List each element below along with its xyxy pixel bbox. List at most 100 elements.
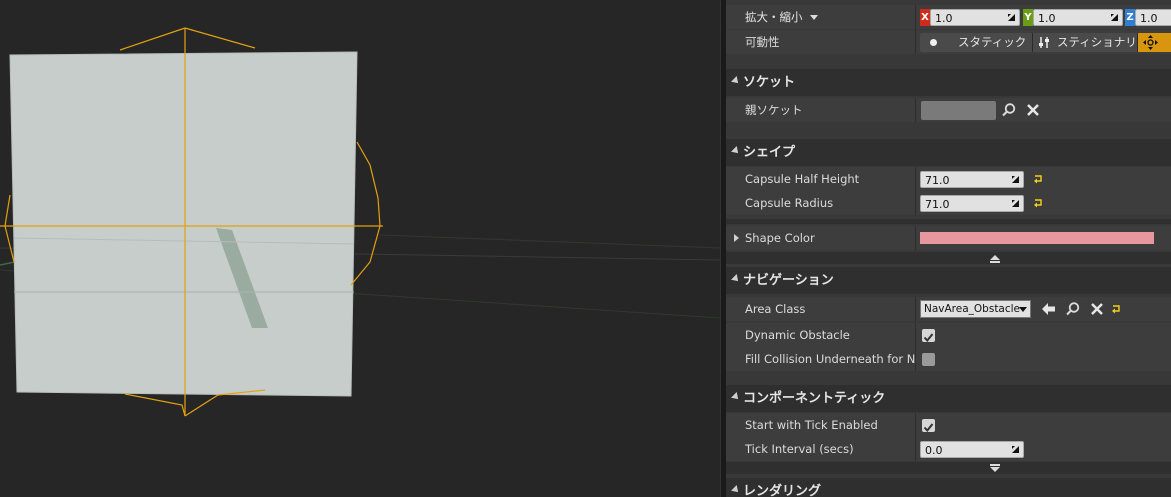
scale-z-value: 1.0 bbox=[1140, 12, 1158, 25]
scale-y-input[interactable]: 1.0 bbox=[1033, 9, 1123, 26]
radius-value: 71.0 bbox=[925, 198, 950, 211]
reset-arrow-icon[interactable] bbox=[1111, 304, 1121, 314]
collapse-arrow-icon bbox=[731, 274, 741, 284]
section-gap bbox=[726, 219, 1171, 224]
category-navigation[interactable]: ナビゲーション bbox=[726, 267, 1171, 294]
advanced-collapse-toggle[interactable] bbox=[726, 252, 1171, 264]
scale-label-text: 拡大・縮小 bbox=[745, 10, 803, 24]
viewport-scene bbox=[0, 27, 720, 417]
navigation-title: ナビゲーション bbox=[743, 273, 834, 288]
area-class-value: NavArea_Obstacle bbox=[924, 303, 1021, 315]
dynamic-obstacle-row: Dynamic Obstacle bbox=[726, 323, 1171, 347]
start-tick-checkbox[interactable] bbox=[922, 419, 935, 433]
arrow-left-icon[interactable] bbox=[1041, 301, 1057, 317]
mobility-movable-button[interactable] bbox=[1138, 33, 1171, 52]
stationary-sliders-icon bbox=[1039, 37, 1049, 48]
drag-handle-icon[interactable] bbox=[1011, 445, 1020, 454]
mobility-stationary-label: スティショナリー bbox=[1057, 35, 1137, 49]
column-divider bbox=[915, 191, 916, 215]
tick-interval-label: Tick Interval (secs) bbox=[745, 442, 854, 456]
half-height-input[interactable]: 71.0 bbox=[920, 171, 1024, 188]
reset-arrow-icon[interactable] bbox=[1033, 174, 1043, 184]
capsule-mesh bbox=[9, 51, 358, 397]
chevron-down-icon bbox=[1019, 307, 1027, 312]
collapse-arrow-icon bbox=[731, 146, 741, 156]
tick-interval-input[interactable]: 0.0 bbox=[920, 441, 1024, 458]
axis-z-label: Z bbox=[1125, 9, 1135, 26]
mobility-label: 可動性 bbox=[745, 35, 780, 49]
drag-handle-icon[interactable] bbox=[1007, 13, 1016, 22]
column-divider bbox=[915, 226, 916, 250]
half-height-row: Capsule Half Height 71.0 bbox=[726, 167, 1171, 191]
mobility-static-button[interactable]: スタティック bbox=[920, 33, 1032, 52]
overline-bar bbox=[990, 464, 1000, 466]
chevron-down-icon[interactable] bbox=[810, 15, 819, 20]
shape-color-label: Shape Color bbox=[745, 231, 815, 245]
chevron-down-icon bbox=[990, 467, 1000, 472]
parent-socket-field[interactable] bbox=[921, 101, 996, 120]
column-divider bbox=[915, 167, 916, 191]
mobility-toggle-group: スタティック スティショナリー bbox=[920, 33, 1171, 52]
axis-y-label: Y bbox=[1023, 9, 1033, 26]
category-component-tick[interactable]: コンポーネントティック bbox=[726, 385, 1171, 412]
scale-row: 拡大・縮小 X 1.0 Y 1.0 Z 1.0 bbox=[726, 5, 1171, 29]
column-divider bbox=[915, 413, 916, 437]
search-icon[interactable] bbox=[1065, 301, 1081, 317]
radius-input[interactable]: 71.0 bbox=[920, 195, 1024, 212]
check-icon bbox=[923, 333, 934, 343]
fill-collision-row: Fill Collision Underneath for Navm bbox=[726, 347, 1171, 371]
fill-collision-label: Fill Collision Underneath for Navm bbox=[745, 352, 915, 366]
expand-arrow-icon[interactable] bbox=[734, 234, 739, 242]
scale-x-input[interactable]: 1.0 bbox=[930, 9, 1020, 26]
reset-arrow-icon[interactable] bbox=[1033, 198, 1043, 208]
shape-color-swatch[interactable] bbox=[920, 232, 1154, 244]
close-icon[interactable] bbox=[1089, 301, 1105, 317]
drag-handle-icon[interactable] bbox=[1011, 199, 1020, 208]
axis-x-label: X bbox=[920, 9, 930, 26]
collapse-arrow-icon bbox=[731, 76, 741, 86]
start-tick-label: Start with Tick Enabled bbox=[745, 418, 878, 432]
area-class-dropdown[interactable]: NavArea_Obstacle bbox=[920, 300, 1031, 318]
column-divider bbox=[915, 5, 916, 29]
3d-viewport[interactable] bbox=[0, 0, 720, 497]
scale-y-value: 1.0 bbox=[1038, 12, 1056, 25]
drag-handle-icon[interactable] bbox=[1110, 13, 1119, 22]
component-tick-title: コンポーネントティック bbox=[743, 391, 886, 406]
column-divider bbox=[915, 323, 916, 347]
advanced-expand-toggle[interactable] bbox=[726, 462, 1171, 474]
fill-collision-checkbox[interactable] bbox=[922, 353, 935, 366]
column-divider bbox=[915, 98, 916, 122]
drag-handle-icon[interactable] bbox=[1011, 175, 1020, 184]
scale-z-input[interactable]: 1.0 bbox=[1135, 9, 1171, 26]
shape-title: シェイプ bbox=[743, 145, 796, 160]
column-divider bbox=[915, 437, 916, 461]
details-panel: 拡大・縮小 X 1.0 Y 1.0 Z 1.0 可動性 スタティック スティショ… bbox=[726, 0, 1171, 497]
close-icon[interactable] bbox=[1025, 102, 1041, 118]
mobility-stationary-button[interactable]: スティショナリー bbox=[1033, 33, 1137, 52]
column-divider bbox=[915, 297, 916, 321]
search-icon[interactable] bbox=[1001, 102, 1017, 118]
tick-interval-value: 0.0 bbox=[925, 444, 943, 457]
scale-label[interactable]: 拡大・縮小 bbox=[745, 5, 915, 29]
half-height-value: 71.0 bbox=[925, 174, 950, 187]
half-height-label: Capsule Half Height bbox=[745, 172, 860, 186]
dynamic-obstacle-checkbox[interactable] bbox=[922, 329, 935, 343]
parent-socket-label: 親ソケット bbox=[745, 103, 803, 117]
column-divider bbox=[915, 347, 916, 371]
dynamic-obstacle-label: Dynamic Obstacle bbox=[745, 328, 850, 342]
start-tick-row: Start with Tick Enabled bbox=[726, 413, 1171, 437]
area-class-label: Area Class bbox=[745, 302, 806, 316]
shape-color-row: Shape Color bbox=[726, 226, 1171, 250]
category-rendering[interactable]: レンダリング bbox=[726, 478, 1171, 497]
static-dot-icon bbox=[930, 39, 937, 46]
scale-x-value: 1.0 bbox=[935, 12, 953, 25]
category-shape[interactable]: シェイプ bbox=[726, 139, 1171, 166]
radius-row: Capsule Radius 71.0 bbox=[726, 191, 1171, 215]
column-divider bbox=[915, 30, 916, 54]
rendering-title: レンダリング bbox=[743, 484, 822, 497]
chevron-up-icon bbox=[990, 255, 1000, 260]
collapse-arrow-icon bbox=[731, 485, 741, 495]
move-arrows-icon bbox=[1143, 35, 1158, 50]
category-socket[interactable]: ソケット bbox=[726, 69, 1171, 96]
mobility-static-label: スタティック bbox=[958, 35, 1027, 49]
